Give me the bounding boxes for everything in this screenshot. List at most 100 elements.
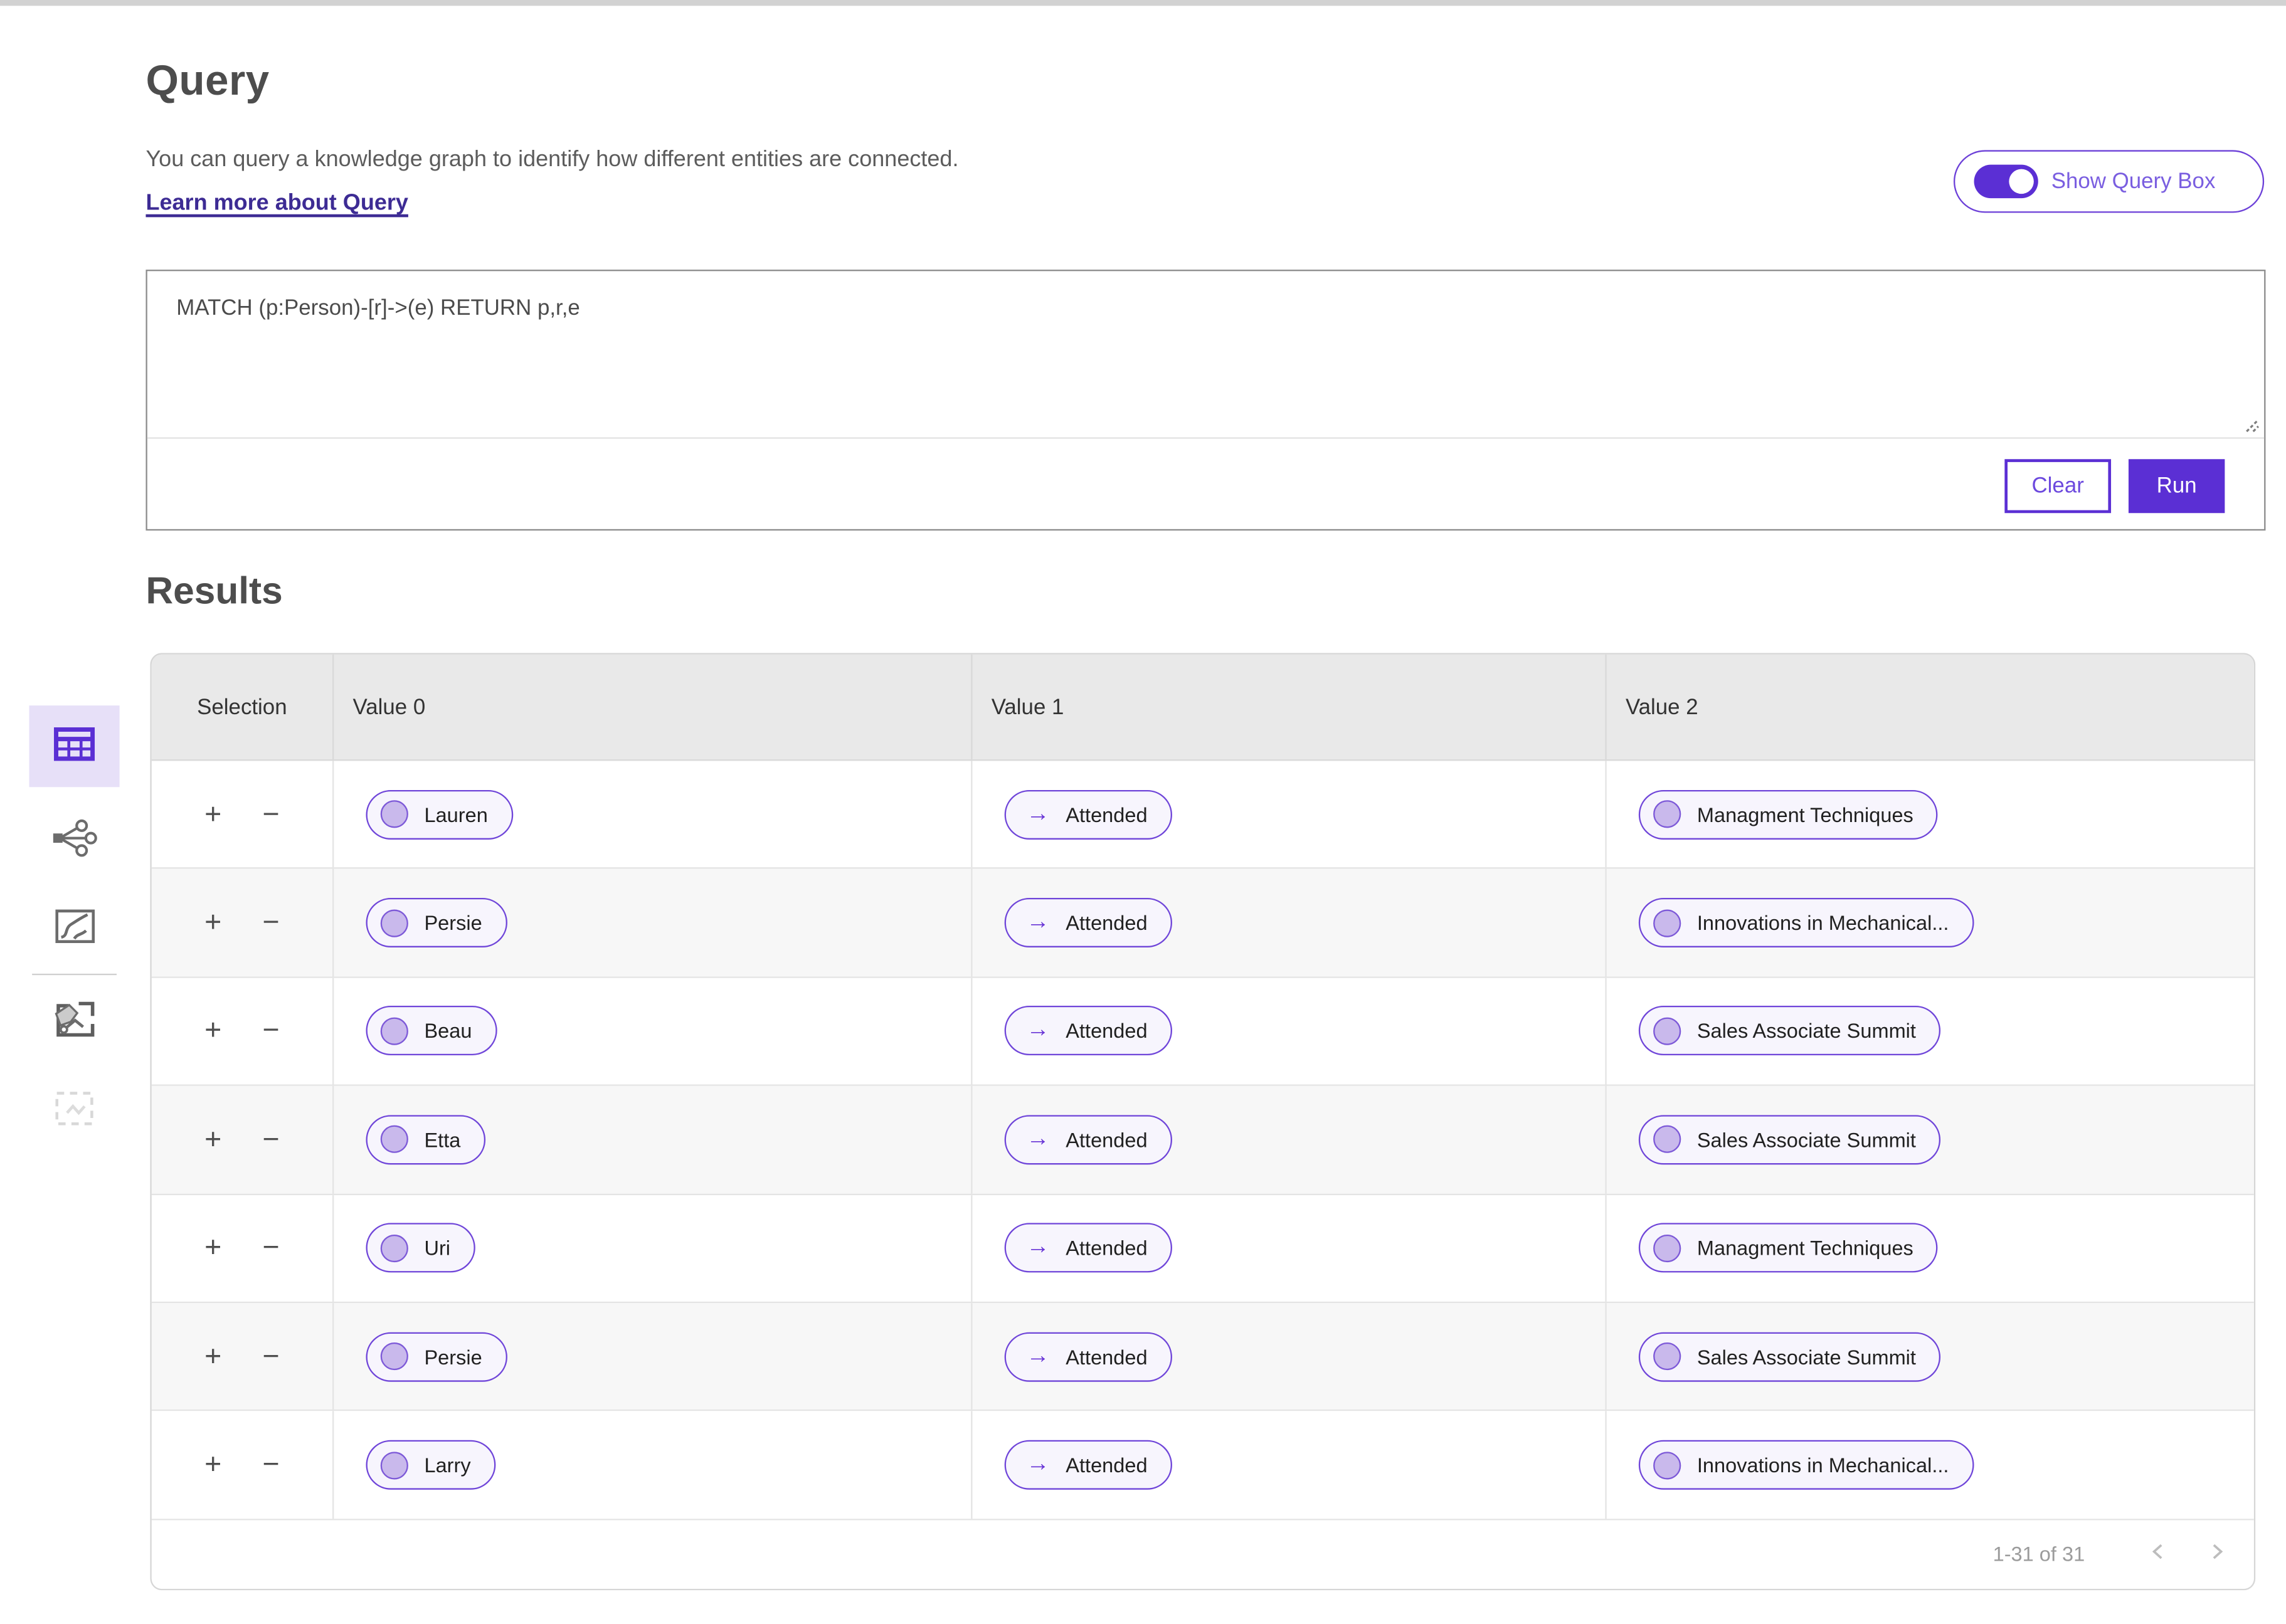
edge-label: Attended — [1066, 803, 1147, 826]
edge-label: Attended — [1066, 1020, 1147, 1043]
node-pill[interactable]: Sales Associate Summit — [1639, 1332, 1941, 1381]
remove-from-selection-button[interactable]: − — [262, 1016, 279, 1045]
show-query-box-label: Show Query Box — [2051, 169, 2216, 194]
table-row: + − Uri → Attended Managment Techniques — [152, 1194, 2254, 1303]
node-label: Innovations in Mechanical... — [1697, 1453, 1949, 1477]
node-label: Sales Associate Summit — [1697, 1345, 1916, 1368]
edge-pill[interactable]: → Attended — [1005, 898, 1172, 947]
add-to-selection-button[interactable]: + — [204, 799, 221, 828]
value0-cell: Beau — [334, 978, 972, 1085]
node-label: Etta — [424, 1128, 460, 1151]
chevron-left-icon — [2148, 1542, 2167, 1566]
node-pill[interactable]: Larry — [366, 1440, 495, 1490]
value0-cell: Persie — [334, 869, 972, 976]
add-to-selection-button[interactable]: + — [204, 1125, 221, 1154]
sidebar-item-export-image[interactable] — [29, 979, 119, 1061]
node-label: Managment Techniques — [1697, 803, 1913, 826]
edge-label: Attended — [1066, 1236, 1147, 1260]
node-pill[interactable]: Uri — [366, 1223, 475, 1273]
remove-from-selection-button[interactable]: − — [262, 908, 279, 937]
table-row: + − Lauren → Attended Managment Techniqu… — [152, 761, 2254, 869]
node-pill[interactable]: Persie — [366, 898, 507, 947]
node-circle-icon — [381, 1018, 408, 1045]
value2-cell: Managment Techniques — [1607, 761, 2254, 868]
rail-divider — [32, 974, 117, 975]
query-input[interactable]: MATCH (p:Person)-[r]->(e) RETURN p,r,e — [176, 296, 2220, 321]
run-button[interactable]: Run — [2129, 459, 2225, 513]
column-header-value1: Value 1 — [973, 655, 1607, 759]
value0-cell: Etta — [334, 1086, 972, 1193]
prev-page-button[interactable] — [2140, 1537, 2176, 1572]
arrow-right-icon: → — [1027, 1453, 1050, 1477]
graph-view-icon — [51, 818, 97, 860]
toggle-switch-icon[interactable] — [1974, 165, 2038, 198]
node-circle-icon — [1653, 909, 1681, 937]
node-pill[interactable]: Etta — [366, 1115, 485, 1164]
node-label: Persie — [424, 1345, 482, 1368]
clear-button[interactable]: Clear — [2004, 459, 2111, 513]
edge-pill[interactable]: → Attended — [1005, 789, 1172, 839]
selection-cell: + − — [152, 978, 334, 1085]
export-image-icon — [53, 999, 97, 1041]
selection-cell: + − — [152, 1303, 334, 1410]
value2-cell: Sales Associate Summit — [1607, 1086, 2254, 1193]
node-pill[interactable]: Innovations in Mechanical... — [1639, 1440, 1974, 1490]
edge-pill[interactable]: → Attended — [1005, 1115, 1172, 1164]
node-circle-icon — [1653, 1342, 1681, 1370]
remove-from-selection-button[interactable]: − — [262, 1125, 279, 1154]
value2-cell: Sales Associate Summit — [1607, 978, 2254, 1085]
arrow-right-icon: → — [1027, 1345, 1050, 1368]
add-to-selection-button[interactable]: + — [204, 1233, 221, 1262]
edge-pill[interactable]: → Attended — [1005, 1332, 1172, 1381]
value0-cell: Persie — [334, 1303, 972, 1410]
table-view-icon — [54, 727, 95, 765]
edge-pill[interactable]: → Attended — [1005, 1440, 1172, 1490]
sidebar-item-graph-view[interactable] — [29, 799, 119, 880]
edge-pill[interactable]: → Attended — [1005, 1006, 1172, 1056]
sidebar-item-draw-view[interactable] — [29, 888, 119, 969]
value1-cell: → Attended — [973, 1086, 1607, 1193]
selection-cell: + − — [152, 761, 334, 868]
add-to-selection-button[interactable]: + — [204, 1342, 221, 1371]
node-circle-icon — [1653, 801, 1681, 828]
top-border-bar — [0, 0, 2286, 6]
add-to-selection-button[interactable]: + — [204, 1016, 221, 1045]
learn-more-link[interactable]: Learn more about Query — [146, 191, 408, 218]
node-pill[interactable]: Sales Associate Summit — [1639, 1006, 1941, 1056]
value1-cell: → Attended — [973, 869, 1607, 976]
node-pill[interactable]: Managment Techniques — [1639, 1223, 1938, 1273]
results-title: Results — [146, 569, 282, 614]
node-label: Managment Techniques — [1697, 1236, 1913, 1260]
add-to-selection-button[interactable]: + — [204, 908, 221, 937]
column-header-value0: Value 0 — [334, 655, 972, 759]
value2-cell: Managment Techniques — [1607, 1194, 2254, 1302]
node-pill[interactable]: Lauren — [366, 789, 512, 839]
add-to-selection-button[interactable]: + — [204, 1450, 221, 1479]
remove-from-selection-button[interactable]: − — [262, 799, 279, 828]
remove-from-selection-button[interactable]: − — [262, 1233, 279, 1262]
node-circle-icon — [381, 1126, 408, 1153]
node-label: Lauren — [424, 803, 487, 826]
results-table-body: + − Lauren → Attended Managment Techniqu… — [152, 761, 2254, 1520]
value1-cell: → Attended — [973, 1303, 1607, 1410]
table-row: + − Beau → Attended Sales Associate Summ… — [152, 978, 2254, 1086]
next-page-button[interactable] — [2199, 1537, 2234, 1572]
remove-from-selection-button[interactable]: − — [262, 1342, 279, 1371]
node-pill[interactable]: Persie — [366, 1332, 507, 1381]
edge-label: Attended — [1066, 911, 1147, 934]
node-circle-icon — [381, 909, 408, 937]
selection-cell: + − — [152, 1086, 334, 1193]
sidebar-item-table-view[interactable] — [29, 705, 119, 787]
node-pill[interactable]: Sales Associate Summit — [1639, 1115, 1941, 1164]
node-pill[interactable]: Managment Techniques — [1639, 789, 1938, 839]
chevron-right-icon — [2206, 1542, 2225, 1566]
remove-from-selection-button[interactable]: − — [262, 1450, 279, 1479]
node-circle-icon — [381, 1234, 408, 1262]
edge-pill[interactable]: → Attended — [1005, 1223, 1172, 1273]
node-pill[interactable]: Beau — [366, 1006, 497, 1056]
textarea-resize-handle[interactable] — [2241, 414, 2260, 440]
node-circle-icon — [1653, 1451, 1681, 1479]
node-pill[interactable]: Innovations in Mechanical... — [1639, 898, 1974, 947]
selection-cell: + − — [152, 1411, 334, 1519]
show-query-box-toggle[interactable]: Show Query Box — [1954, 150, 2264, 213]
